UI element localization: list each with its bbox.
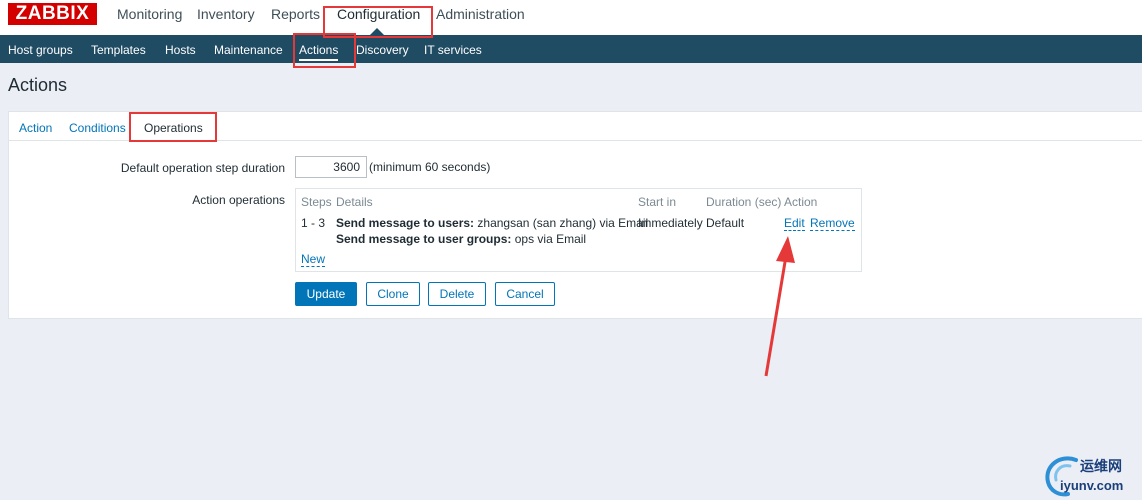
row-detail-groups: Send message to user groups: ops via Ema… xyxy=(336,232,586,246)
subnav-discovery[interactable]: Discovery xyxy=(356,43,409,57)
operations-table: Steps Details Start in Duration (sec) Ac… xyxy=(295,188,862,272)
site-watermark: 运维网 iyunv.com xyxy=(1040,452,1140,498)
cancel-button[interactable]: Cancel xyxy=(495,282,555,306)
col-start-in-header: Start in xyxy=(638,195,677,209)
action-form-panel: Action Conditions Operations Default ope… xyxy=(8,111,1142,319)
detail-users-text: zhangsan (san zhang) via Email xyxy=(477,216,649,230)
detail-groups-bold: Send message to user groups: xyxy=(336,232,512,246)
tab-conditions[interactable]: Conditions xyxy=(69,121,126,135)
zabbix-logo[interactable]: ZABBIX xyxy=(8,3,97,25)
nav-inventory[interactable]: Inventory xyxy=(197,6,255,22)
subnav-maintenance[interactable]: Maintenance xyxy=(214,43,283,57)
col-duration-header: Duration (sec) xyxy=(706,195,782,209)
page-title: Actions xyxy=(8,75,68,95)
subnav-templates[interactable]: Templates xyxy=(91,43,146,57)
clone-button[interactable]: Clone xyxy=(366,282,420,306)
detail-groups-text: ops via Email xyxy=(514,232,587,246)
watermark-cn-text: 运维网 xyxy=(1080,458,1122,474)
watermark-en-text: iyunv.com xyxy=(1060,478,1124,493)
row-start-in: Immediately xyxy=(638,216,703,230)
step-duration-label: Default operation step duration xyxy=(120,161,285,175)
tab-action[interactable]: Action xyxy=(19,121,52,135)
row-duration: Default xyxy=(706,216,745,230)
new-operation-link[interactable]: New xyxy=(301,253,326,267)
subnav-hosts[interactable]: Hosts xyxy=(165,43,196,57)
annotation-box-operations xyxy=(129,112,217,142)
step-duration-input[interactable] xyxy=(295,156,367,178)
delete-button[interactable]: Delete xyxy=(428,282,486,306)
step-duration-hint: (minimum 60 seconds) xyxy=(369,160,491,174)
col-details-header: Details xyxy=(336,195,373,209)
nav-reports[interactable]: Reports xyxy=(271,6,320,22)
sub-nav-bar: Host groups Templates Hosts Maintenance … xyxy=(0,35,1142,63)
subnav-host-groups[interactable]: Host groups xyxy=(8,43,73,57)
annotation-box-actions xyxy=(293,33,356,68)
row-detail-users: Send message to users: zhangsan (san zha… xyxy=(336,216,648,230)
nav-monitoring[interactable]: Monitoring xyxy=(117,6,182,22)
nav-administration[interactable]: Administration xyxy=(436,6,525,22)
action-operations-label: Action operations xyxy=(192,193,285,207)
row-steps: 1 - 3 xyxy=(301,216,326,230)
col-action-header: Action xyxy=(784,195,818,209)
col-steps-header: Steps xyxy=(301,195,332,209)
top-bar: ZABBIX Monitoring Inventory Reports Conf… xyxy=(0,0,1142,35)
remove-operation-link[interactable]: Remove xyxy=(810,217,855,231)
edit-operation-link[interactable]: Edit xyxy=(784,217,805,231)
subnav-it-services[interactable]: IT services xyxy=(424,43,482,57)
detail-users-bold: Send message to users: xyxy=(336,216,475,230)
update-button[interactable]: Update xyxy=(295,282,357,306)
